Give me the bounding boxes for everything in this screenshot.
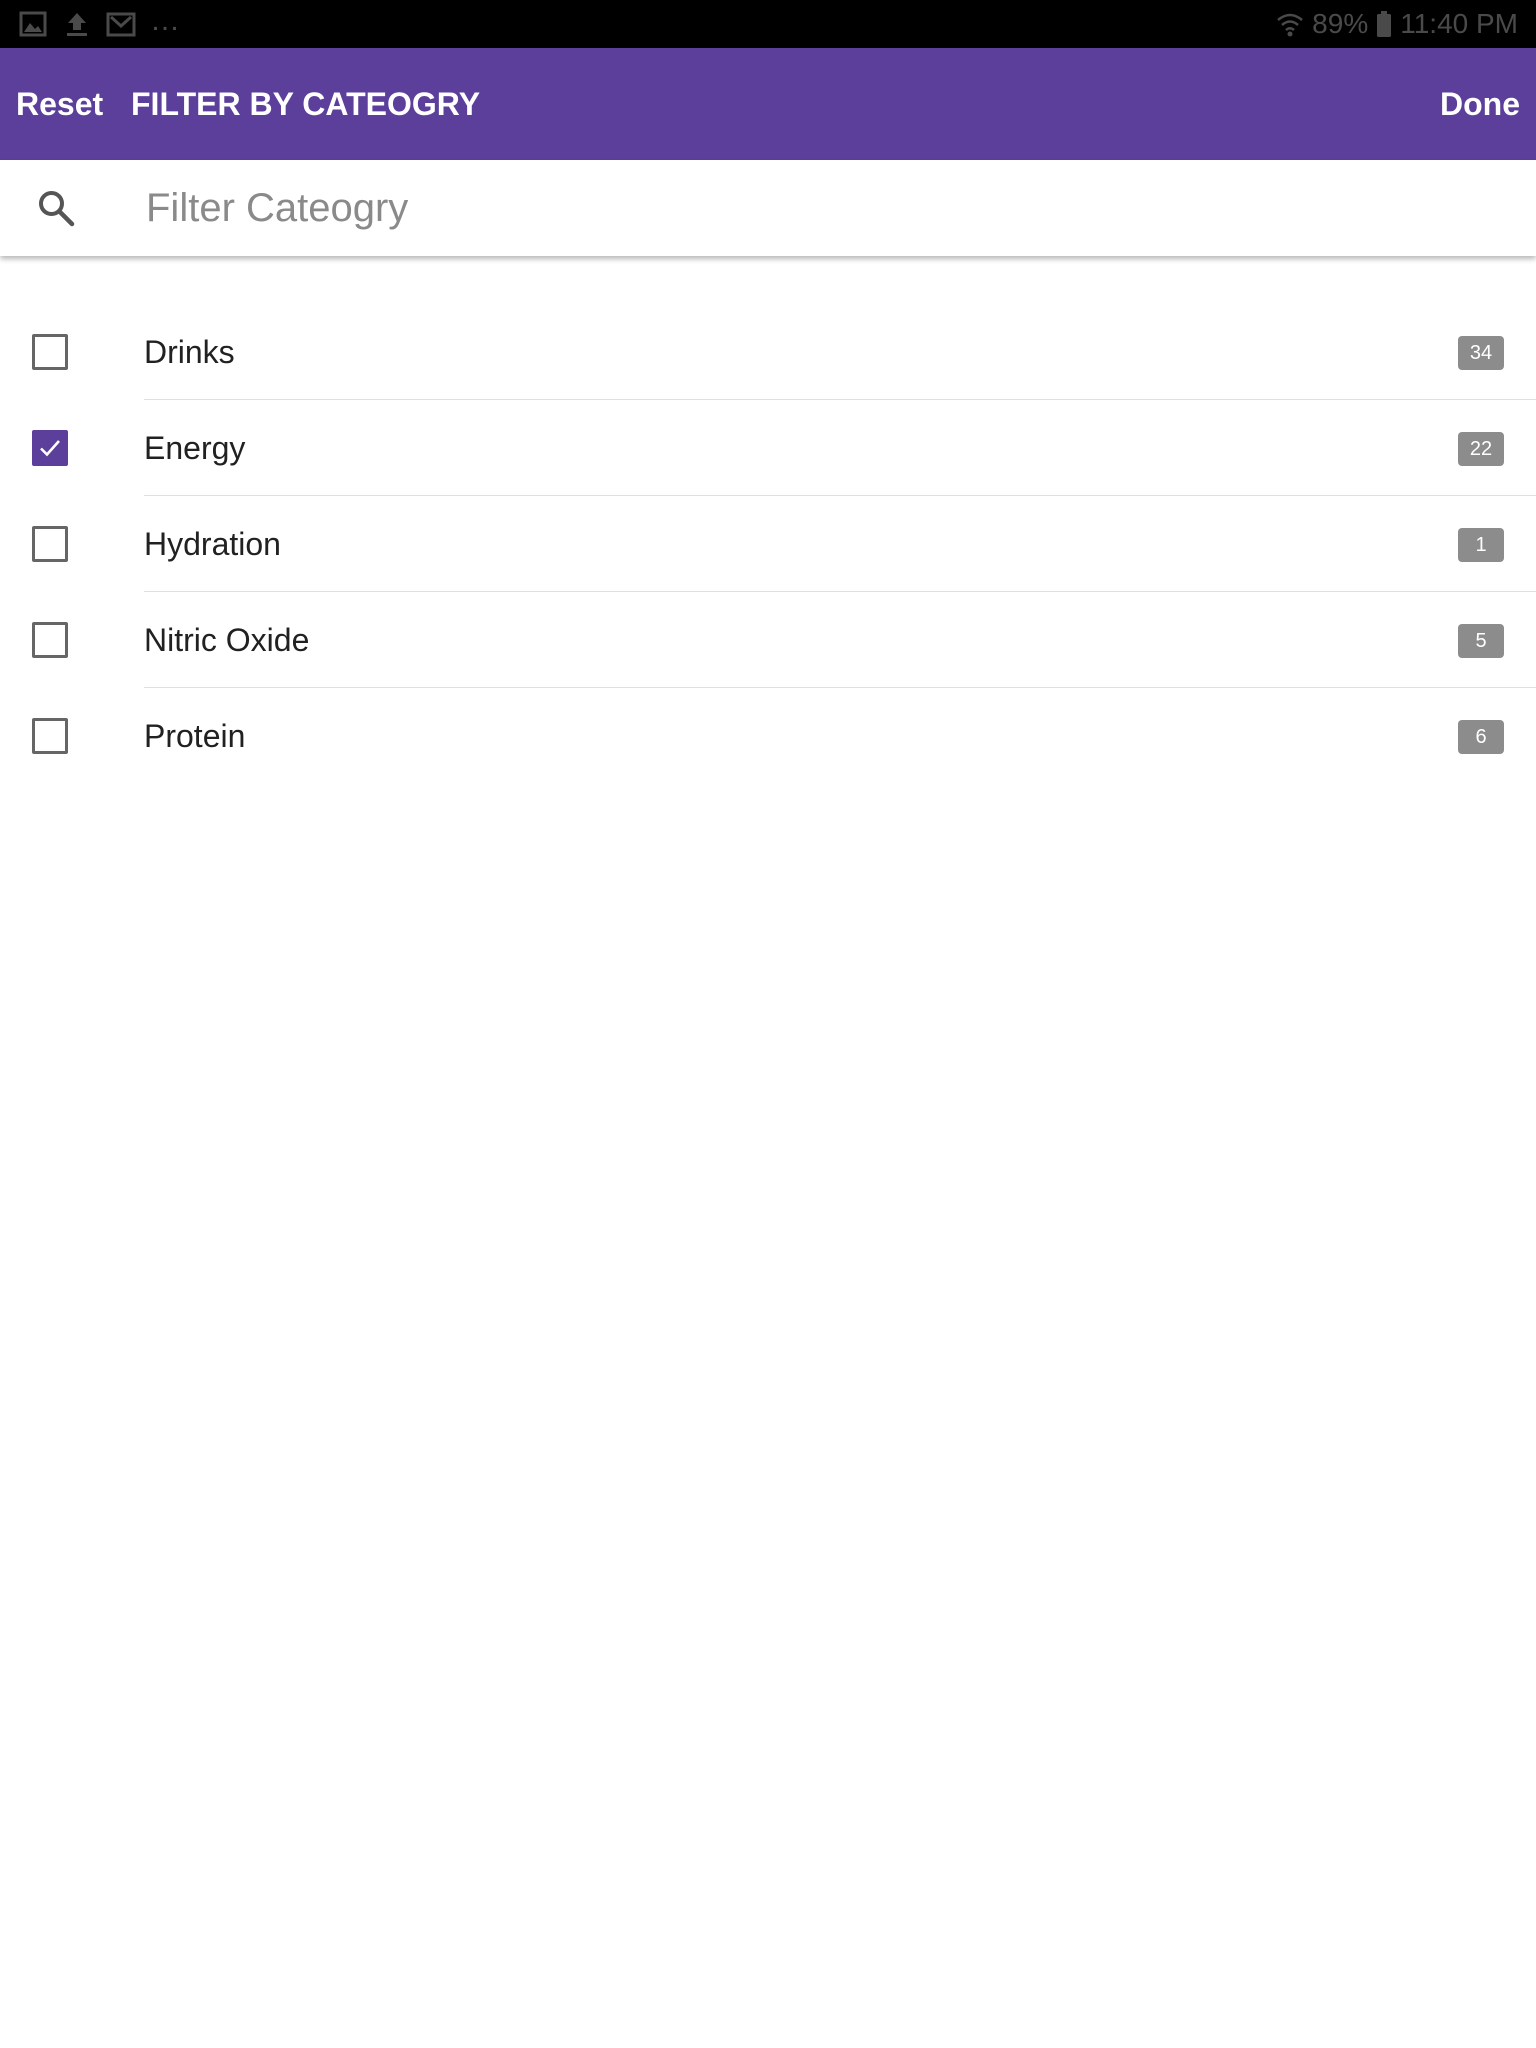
gmail-icon xyxy=(106,12,136,37)
count-badge: 34 xyxy=(1458,336,1504,370)
list-item[interactable]: Nitric Oxide 5 xyxy=(0,592,1536,688)
count-badge: 22 xyxy=(1458,432,1504,466)
category-list: Drinks 34 Energy 22 Hydration 1 Nitric O… xyxy=(0,304,1536,784)
count-badge: 6 xyxy=(1458,720,1504,754)
more-notifications-indicator: … xyxy=(150,4,182,37)
search-icon xyxy=(39,191,75,227)
list-item[interactable]: Drinks 34 xyxy=(0,304,1536,400)
done-button[interactable]: Done xyxy=(1440,48,1520,160)
wifi-icon xyxy=(1277,13,1303,37)
list-item[interactable]: Energy 22 xyxy=(0,400,1536,496)
app-bar: Reset FILTER BY CATEOGRY Done xyxy=(0,48,1536,160)
search-bar xyxy=(0,160,1536,256)
battery-percent: 89% xyxy=(1312,8,1369,39)
image-icon xyxy=(19,11,47,37)
battery-icon xyxy=(1377,11,1392,37)
checkbox[interactable] xyxy=(32,622,68,658)
reset-button[interactable]: Reset xyxy=(16,48,103,160)
system-status: 89% 11:40 PM xyxy=(1276,6,1518,42)
page-title: FILTER BY CATEOGRY xyxy=(131,86,481,122)
notification-icons: … xyxy=(18,4,182,40)
status-bar: … 89% 11:40 PM xyxy=(0,0,1536,48)
category-label: Protein xyxy=(144,718,246,754)
category-label: Drinks xyxy=(144,334,235,370)
checkbox[interactable] xyxy=(32,430,68,466)
checkbox[interactable] xyxy=(32,526,68,562)
checkbox[interactable] xyxy=(32,718,68,754)
count-badge: 5 xyxy=(1458,624,1504,658)
category-label: Nitric Oxide xyxy=(144,622,310,658)
upload-icon xyxy=(67,13,87,36)
list-item[interactable]: Hydration 1 xyxy=(0,496,1536,592)
list-item[interactable]: Protein 6 xyxy=(0,688,1536,784)
clock: 11:40 PM xyxy=(1400,8,1518,39)
count-badge: 1 xyxy=(1458,528,1504,562)
category-label: Energy xyxy=(144,430,246,466)
checkbox[interactable] xyxy=(32,334,68,370)
check-icon xyxy=(40,440,60,457)
search-input[interactable] xyxy=(146,174,1506,242)
category-label: Hydration xyxy=(144,526,281,562)
